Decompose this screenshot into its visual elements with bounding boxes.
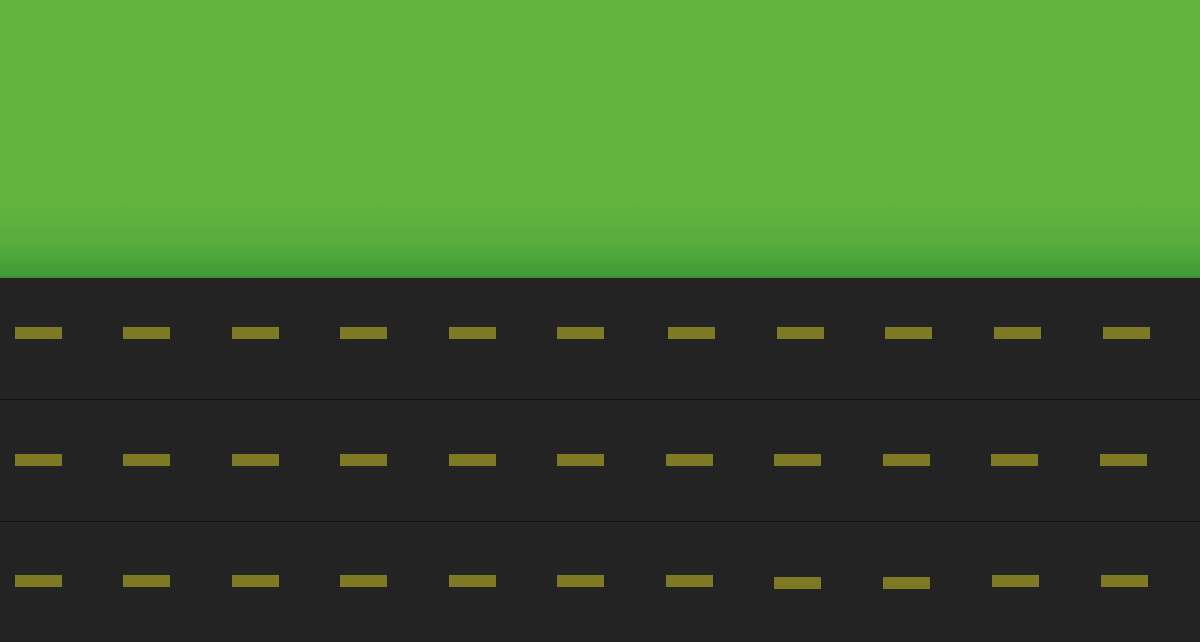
lane-marking-dash: [123, 327, 170, 339]
lane-marking-dash: [15, 327, 62, 339]
lane-marking-dash: [992, 575, 1039, 587]
lane-marking-dash: [340, 454, 387, 466]
lane-marking-dash: [232, 575, 279, 587]
road-lane-3: [0, 522, 1200, 642]
road-lane-2: [0, 400, 1200, 521]
lane-marking-dash: [883, 577, 930, 589]
lane-marking-dash: [15, 454, 62, 466]
lane-marking-dash: [883, 454, 930, 466]
lane-marking-dash: [557, 575, 604, 587]
lane-marking-dash: [777, 327, 824, 339]
lane-marking-dash: [123, 454, 170, 466]
lane-marking-dash: [666, 454, 713, 466]
road: [0, 278, 1200, 642]
lane-marking-dash: [1103, 327, 1150, 339]
lane-marking-dash: [557, 327, 604, 339]
lane-marking-dash: [232, 327, 279, 339]
lane-marking-dash: [991, 454, 1038, 466]
lane-marking-dash: [449, 454, 496, 466]
game-scene: [0, 0, 1200, 642]
road-lane-1: [0, 278, 1200, 399]
lane-marking-dash: [449, 575, 496, 587]
lane-marking-dash: [123, 575, 170, 587]
lane-marking-dash: [666, 575, 713, 587]
lane-marking-dash: [994, 327, 1041, 339]
lane-marking-dash: [1100, 454, 1147, 466]
lane-marking-dash: [340, 575, 387, 587]
lane-marking-dash: [1101, 575, 1148, 587]
lane-marking-dash: [774, 454, 821, 466]
lane-marking-dash: [668, 327, 715, 339]
lane-marking-dash: [15, 575, 62, 587]
lane-marking-dash: [449, 327, 496, 339]
lane-marking-dash: [340, 327, 387, 339]
lane-marking-dash: [232, 454, 279, 466]
lane-marking-dash: [557, 454, 604, 466]
lane-marking-dash: [885, 327, 932, 339]
grass-field: [0, 0, 1200, 278]
lane-marking-dash: [774, 577, 821, 589]
